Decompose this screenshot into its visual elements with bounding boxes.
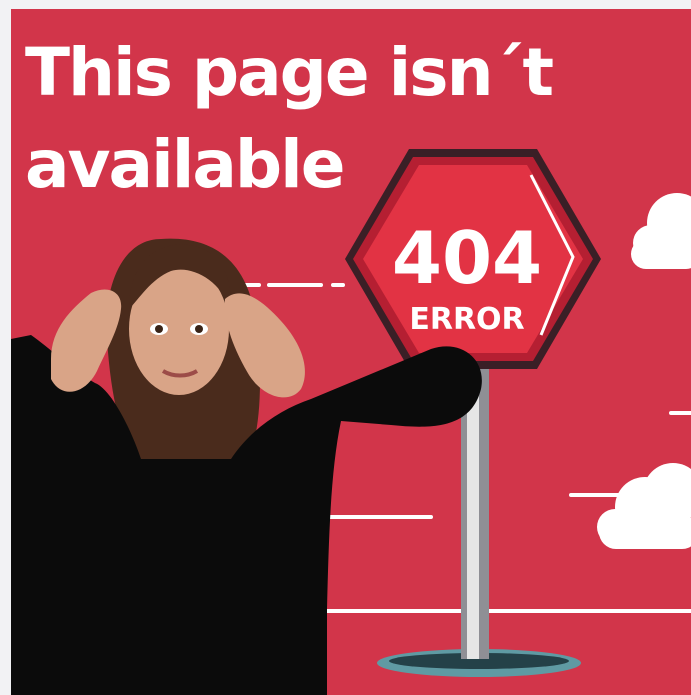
title-line-2: available	[25, 126, 346, 203]
thumbnail-frame: 404 ERROR This page isn´t available	[11, 9, 691, 695]
sign-word: ERROR	[409, 302, 524, 337]
title-line-1: This page isn´t	[25, 34, 554, 111]
sign-code: 404	[392, 216, 542, 300]
cloud-icon	[597, 463, 691, 549]
page-title: This page isn´t available	[25, 27, 585, 211]
cloud-icon	[631, 193, 691, 269]
